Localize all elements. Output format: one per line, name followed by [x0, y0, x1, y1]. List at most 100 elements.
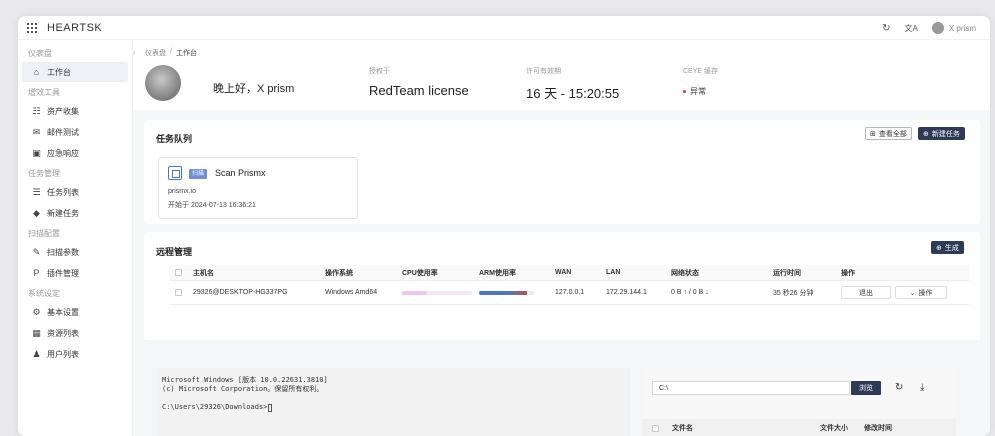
path-input[interactable]	[652, 381, 850, 395]
sidebar-item-workbench[interactable]: ⌂ 工作台	[22, 62, 128, 82]
grid-icon: ⊞	[870, 130, 876, 138]
sidebar-item-new-task[interactable]: ◆ 新建任务	[22, 203, 128, 223]
license-stat: 授权于 RedTeam license	[369, 66, 469, 98]
mail-icon: ✉	[32, 126, 41, 137]
sidebar-item-emergency[interactable]: ▣ 应急响应	[22, 143, 128, 163]
operations-dropdown[interactable]: ⌄ 操作	[895, 286, 947, 299]
breadcrumb-current: 工作台	[175, 50, 197, 57]
upload-icon[interactable]: ⤓	[920, 382, 924, 393]
users-icon: ♟	[32, 348, 41, 359]
home-icon: ⌂	[33, 67, 40, 77]
arm-usage-cell	[479, 281, 534, 304]
sidebar-item-task-list[interactable]: ☰ 任务列表	[22, 182, 128, 202]
refresh-icon[interactable]: ↻	[895, 382, 903, 393]
sidebar-item-label: 工作台	[47, 67, 71, 77]
file-table-header: 文件名 文件大小 修改时间	[642, 419, 956, 436]
file-browser: 浏览 ↻ ⤓ 文件名 文件大小 修改时间	[642, 368, 956, 436]
browse-button[interactable]: 浏览	[851, 381, 881, 395]
column-header[interactable]: LAN	[606, 265, 620, 280]
welcome-header: ‹ 仪表盘 / 工作台 晚上好，X prism 授权于 RedTeam lice…	[133, 40, 990, 110]
wan-cell: 127.0.0.1	[555, 289, 585, 296]
sidebar-item-label: 资产收集	[47, 106, 79, 116]
hostname-cell: 29326@DESKTOP-HG337PG	[193, 289, 288, 296]
column-header: 操作	[841, 269, 855, 277]
sidebar-item-scan-params[interactable]: ✎ 扫描参数	[22, 242, 128, 262]
sidebar-item-label: 扫描参数	[47, 247, 79, 257]
sidebar-item-users[interactable]: ♟ 用户列表	[22, 344, 128, 364]
column-header[interactable]: 网络状态	[671, 265, 699, 280]
cpu-usage-fill	[402, 290, 427, 295]
task-name: Scan Prismx	[215, 168, 266, 178]
sidebar-item-mail-test[interactable]: ✉ 邮件测试	[22, 122, 128, 142]
task-type-badge: 扫描	[189, 169, 208, 179]
avatar	[145, 65, 181, 101]
edit-icon: ✎	[32, 246, 41, 257]
arm-usage-bar	[479, 290, 534, 295]
user-name: X prism	[948, 23, 976, 33]
select-all-checkbox[interactable]	[175, 269, 182, 276]
arm-usage-fill	[479, 290, 528, 295]
task-queue-card: 任务队列 ⊞ 查看全部 ⊕ 新建任务 扫描 Scan Prismx prismx…	[144, 120, 980, 224]
column-header[interactable]: 修改时间	[864, 419, 892, 436]
plus-circle-icon: ⊕	[923, 130, 929, 138]
scan-icon: ☷	[32, 105, 41, 116]
stat-value: 16 天 - 15:20:55	[526, 86, 620, 101]
terminal-line: (c) Microsoft Corporation。保留所有权利。	[162, 385, 324, 393]
button-label: 查看全部	[878, 130, 907, 138]
plus-circle-icon: ⊕	[936, 244, 942, 252]
sidebar-item-basic-settings[interactable]: ⚙ 基本设置	[22, 302, 128, 322]
cpu-usage-bar	[402, 290, 472, 295]
sidebar-item-plugins[interactable]: P 插件管理	[22, 263, 128, 283]
column-header[interactable]: 操作系统	[325, 265, 353, 280]
stat-value: 异常	[690, 87, 706, 96]
column-header[interactable]: WAN	[555, 265, 571, 280]
network-status-cell: 0 B ↑ / 0 B ↓	[671, 289, 709, 296]
avatar	[931, 22, 944, 34]
column-header[interactable]: ARM使用率	[479, 265, 516, 280]
user-menu[interactable]: X prism	[931, 22, 976, 34]
prompt-text: C:\Users\29326\Downloads>	[162, 403, 268, 411]
chip-icon	[168, 166, 182, 180]
new-task-icon: ◆	[33, 207, 40, 218]
refresh-icon[interactable]: ↻	[882, 23, 890, 34]
column-header[interactable]: 运行时间	[773, 265, 801, 280]
column-header[interactable]: 主机名	[193, 265, 214, 280]
apps-grid-icon[interactable]	[27, 22, 37, 33]
button-label: 操作	[918, 289, 933, 297]
translate-icon[interactable]: 文A	[905, 23, 918, 34]
terminal-console[interactable]: Microsoft Windows [版本 10.0.22631.3810] (…	[157, 368, 630, 436]
sidebar-group-title: 仪表盘	[28, 49, 52, 58]
stat-label: CEYE 缓存	[683, 68, 719, 75]
top-actions: ↻ 文A X prism	[882, 16, 976, 40]
breadcrumb-item[interactable]: 仪表盘	[145, 48, 166, 58]
card-title: 任务队列	[156, 134, 193, 144]
column-header[interactable]: 文件名	[672, 419, 693, 436]
sidebar-item-resources[interactable]: ▦ 资源列表	[22, 323, 128, 343]
remote-management-card: 远程管理 ⊕ 生成 主机名 操作系统 CPU使用率 ARM使用率 WAN LAN…	[144, 232, 980, 340]
generate-button[interactable]: ⊕ 生成	[931, 241, 964, 254]
ceye-stat: CEYE 缓存 异常	[683, 66, 718, 97]
sidebar-item-asset-collection[interactable]: ☷ 资产收集	[22, 101, 128, 121]
actions-cell: 退出 ⌄ 操作	[841, 281, 947, 304]
status-dot-icon	[683, 90, 686, 93]
sidebar-group-title: 增效工具	[28, 88, 60, 97]
new-task-button[interactable]: ⊕ 新建任务	[918, 127, 965, 140]
column-header[interactable]: CPU使用率	[402, 265, 438, 280]
column-header[interactable]: 文件大小	[820, 419, 848, 436]
card-title: 远程管理	[156, 247, 193, 257]
sidebar-item-label: 邮件测试	[47, 127, 79, 137]
table-row[interactable]: 29326@DESKTOP-HG337PG Windows Amd64 127.…	[169, 281, 969, 305]
stat-value: RedTeam license	[369, 83, 469, 98]
exit-button[interactable]: 退出	[841, 286, 891, 299]
sidebar-item-label: 基本设置	[47, 307, 79, 317]
main-content: ‹ 仪表盘 / 工作台 晚上好，X prism 授权于 RedTeam lice…	[133, 40, 990, 436]
collapse-chevron-icon[interactable]: ‹	[133, 48, 136, 57]
select-all-checkbox[interactable]	[652, 424, 659, 432]
terminal-prompt[interactable]: C:\Users\29326\Downloads>	[162, 403, 625, 412]
row-checkbox[interactable]	[175, 289, 182, 296]
sidebar-group-title: 扫描配置	[28, 229, 60, 238]
status-badge: 异常	[683, 86, 718, 97]
task-card[interactable]: 扫描 Scan Prismx prismx.io 开始于 2024-07-13 …	[158, 157, 358, 219]
button-label: 生成	[944, 244, 959, 252]
view-all-button[interactable]: ⊞ 查看全部	[865, 127, 912, 140]
